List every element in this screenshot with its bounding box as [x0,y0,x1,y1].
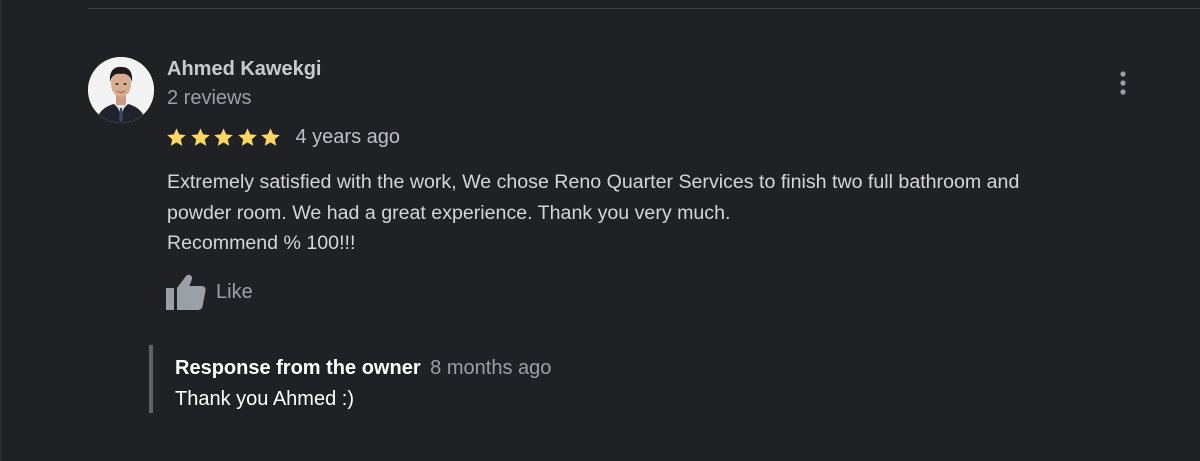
like-label: Like [216,280,253,303]
author-name[interactable]: Ahmed Kawekgi [167,57,321,81]
more-vert-icon [1120,71,1126,95]
star-icon [214,127,233,146]
review-text-line: powder room. We had a great experience. … [167,201,731,224]
review-text-line: Recommend % 100!!! [167,232,356,254]
like-button[interactable]: Like [166,272,253,312]
avatar[interactable] [88,57,154,123]
review-date: 4 years ago [295,126,401,148]
avatar-photo [88,57,154,123]
more-options-button[interactable] [1110,68,1136,98]
star-icon [261,127,280,146]
top-divider [88,8,1200,9]
owner-response-text: Thank you Ahmed :) [175,388,354,410]
thumbs-up-icon [166,274,206,310]
star-icon [237,127,257,146]
owner-response: Response from the owner 8 months ago Tha… [149,345,1049,413]
response-quote-bar [149,345,153,413]
owner-response-header: Response from the owner 8 months ago [175,356,551,380]
rating-row: 4 years ago [166,123,400,151]
review-text-line: Extremely satisfied with the work, We ch… [167,171,1020,193]
panel-edge [0,0,2,461]
author-review-count: 2 reviews [167,87,252,109]
star-icon [190,127,210,146]
owner-response-label: Response from the owner [175,357,421,379]
review-text: Extremely satisfied with the work, We ch… [167,167,1157,259]
star-rating [166,127,284,148]
star-icon [167,127,186,146]
owner-response-date: 8 months ago [430,357,552,379]
